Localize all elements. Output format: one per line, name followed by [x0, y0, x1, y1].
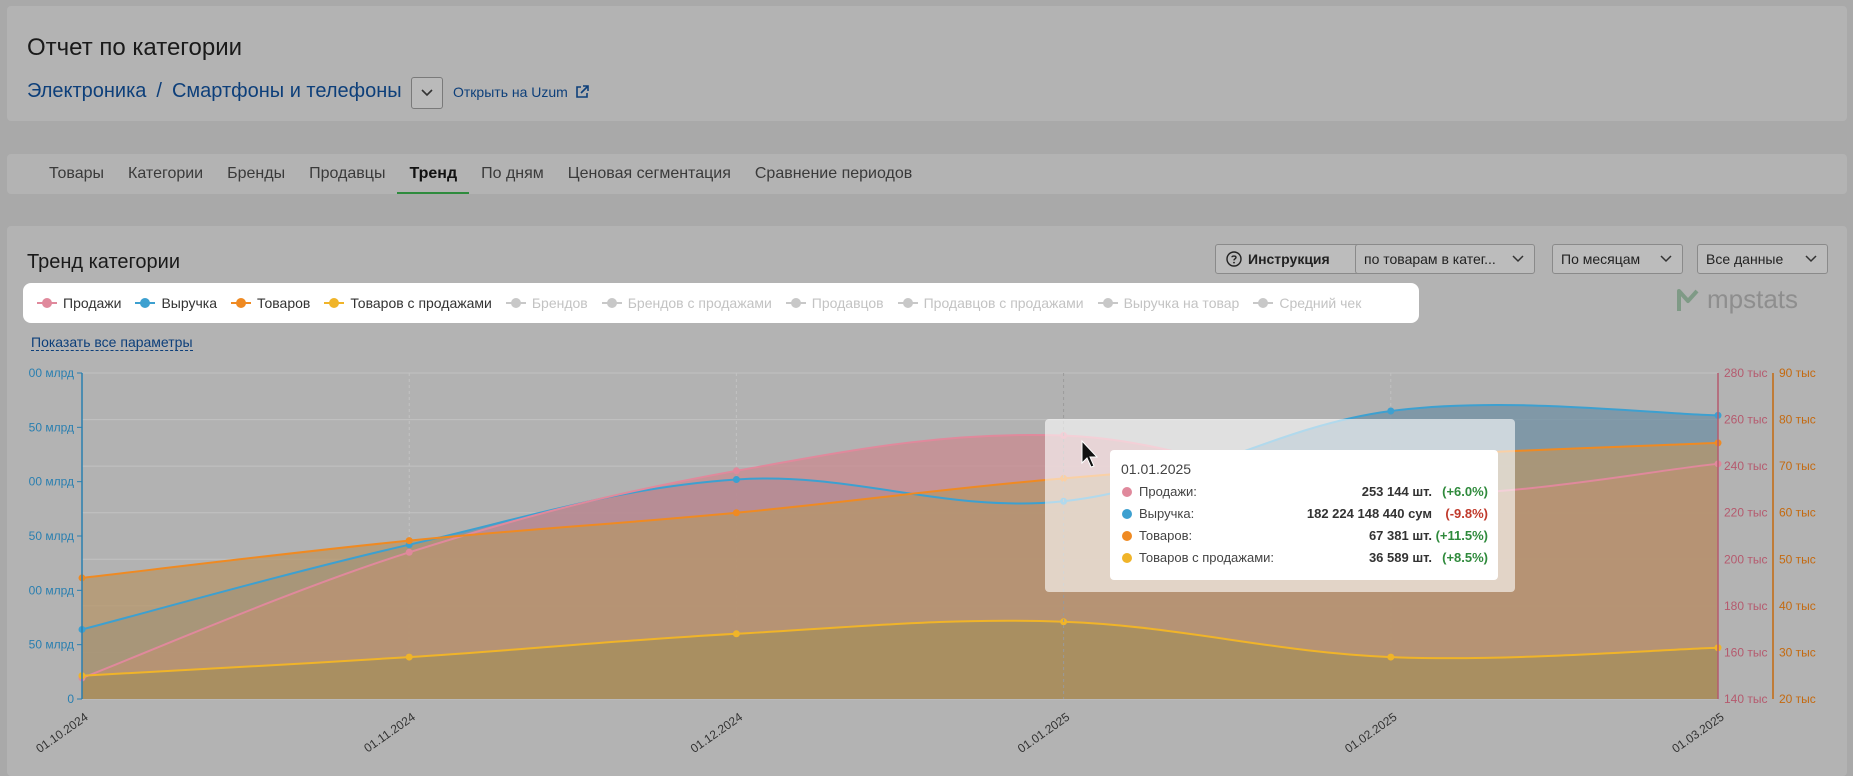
tooltip-label: Выручка:	[1139, 506, 1194, 521]
left-axis-tick-label: 50 млрд	[29, 420, 74, 434]
point-series-1	[732, 475, 740, 483]
x-axis-tick-label: 01.01.2025	[1015, 710, 1072, 756]
point-series-0	[732, 467, 740, 475]
right-outer-axis-tick-label: 20 тыс	[1779, 692, 1816, 706]
right-inner-axis-tick-label: 240 тыс	[1724, 459, 1767, 473]
right-inner-axis-tick-label: 260 тыс	[1724, 413, 1767, 427]
left-axis-tick-label: 50 млрд	[29, 529, 74, 543]
tooltip-value: 67 381 шт.	[1369, 528, 1432, 543]
right-outer-axis-tick-label: 30 тыс	[1779, 645, 1816, 659]
tooltip-change: (+8.5%)	[1442, 550, 1488, 565]
x-axis-tick-group: 01.11.2024	[361, 710, 418, 756]
tooltip-label: Товаров:	[1139, 528, 1192, 543]
right-outer-axis-tick-label: 90 тыс	[1779, 366, 1816, 380]
x-axis-tick-group: 01.10.2024	[33, 710, 90, 756]
x-axis-tick-label: 01.10.2024	[33, 710, 90, 756]
tooltip-value: 36 589 шт.	[1369, 550, 1432, 565]
right-outer-axis-tick-label: 50 тыс	[1779, 552, 1816, 566]
right-outer-axis-tick-label: 60 тыс	[1779, 506, 1816, 520]
left-axis-tick-label: 50 млрд	[29, 638, 74, 652]
left-axis-tick-label: 00 млрд	[29, 475, 74, 489]
left-axis-tick-label: 0	[67, 692, 74, 706]
tooltip-change: (-9.8%)	[1445, 506, 1488, 521]
x-axis-tick-label: 01.03.2025	[1669, 710, 1726, 756]
x-axis-tick-group: 01.12.2024	[688, 710, 745, 756]
tooltip-label: Продажи:	[1139, 484, 1197, 499]
right-outer-axis-tick-label: 70 тыс	[1779, 459, 1816, 473]
tooltip-value: 253 144 шт.	[1362, 484, 1432, 499]
x-axis-tick-label: 01.11.2024	[361, 710, 418, 756]
x-axis-tick-group: 01.02.2025	[1342, 710, 1399, 756]
tooltip-marker-icon	[1122, 487, 1132, 497]
right-outer-axis-tick-label: 40 тыс	[1779, 599, 1816, 613]
trend-chart: 0 50 млрд 00 млрд 50 млрд 00 млрд 50 млрд 00 м…	[29, 366, 1816, 756]
tooltip-label: Товаров с продажами:	[1139, 550, 1274, 565]
left-axis-tick-label: 00 млрд	[29, 583, 74, 597]
x-axis-tick-group: 01.01.2025	[1015, 710, 1072, 756]
point-series-2	[405, 537, 413, 545]
tooltip-marker-icon	[1122, 553, 1132, 563]
right-outer-axis-tick-label: 80 тыс	[1779, 413, 1816, 427]
point-series-3	[405, 653, 413, 661]
tooltip-date: 01.01.2025	[1121, 461, 1191, 477]
point-series-3	[1387, 653, 1395, 661]
left-axis-tick-label: 00 млрд	[29, 366, 74, 380]
tooltip-change: (+11.5%)	[1436, 528, 1488, 543]
right-inner-axis-tick-label: 160 тыс	[1724, 645, 1767, 659]
right-inner-axis-tick-label: 140 тыс	[1724, 692, 1767, 706]
point-series-2	[732, 509, 740, 517]
point-series-3	[732, 630, 740, 638]
x-axis-tick-group: 01.03.2025	[1669, 710, 1726, 756]
tooltip-value: 182 224 148 440 сум	[1307, 506, 1432, 521]
right-inner-axis-tick-label: 220 тыс	[1724, 506, 1767, 520]
tooltip-marker-icon	[1122, 509, 1132, 519]
point-series-0	[405, 548, 413, 556]
right-inner-axis-tick-label: 180 тыс	[1724, 599, 1767, 613]
tooltip-marker-icon	[1122, 531, 1132, 541]
x-axis-tick-label: 01.12.2024	[688, 710, 745, 756]
right-inner-axis-tick-label: 200 тыс	[1724, 552, 1767, 566]
x-axis-tick-label: 01.02.2025	[1342, 710, 1399, 756]
right-inner-axis-tick-label: 280 тыс	[1724, 366, 1767, 380]
tooltip-change: (+6.0%)	[1442, 484, 1488, 499]
point-series-1	[1387, 407, 1395, 415]
